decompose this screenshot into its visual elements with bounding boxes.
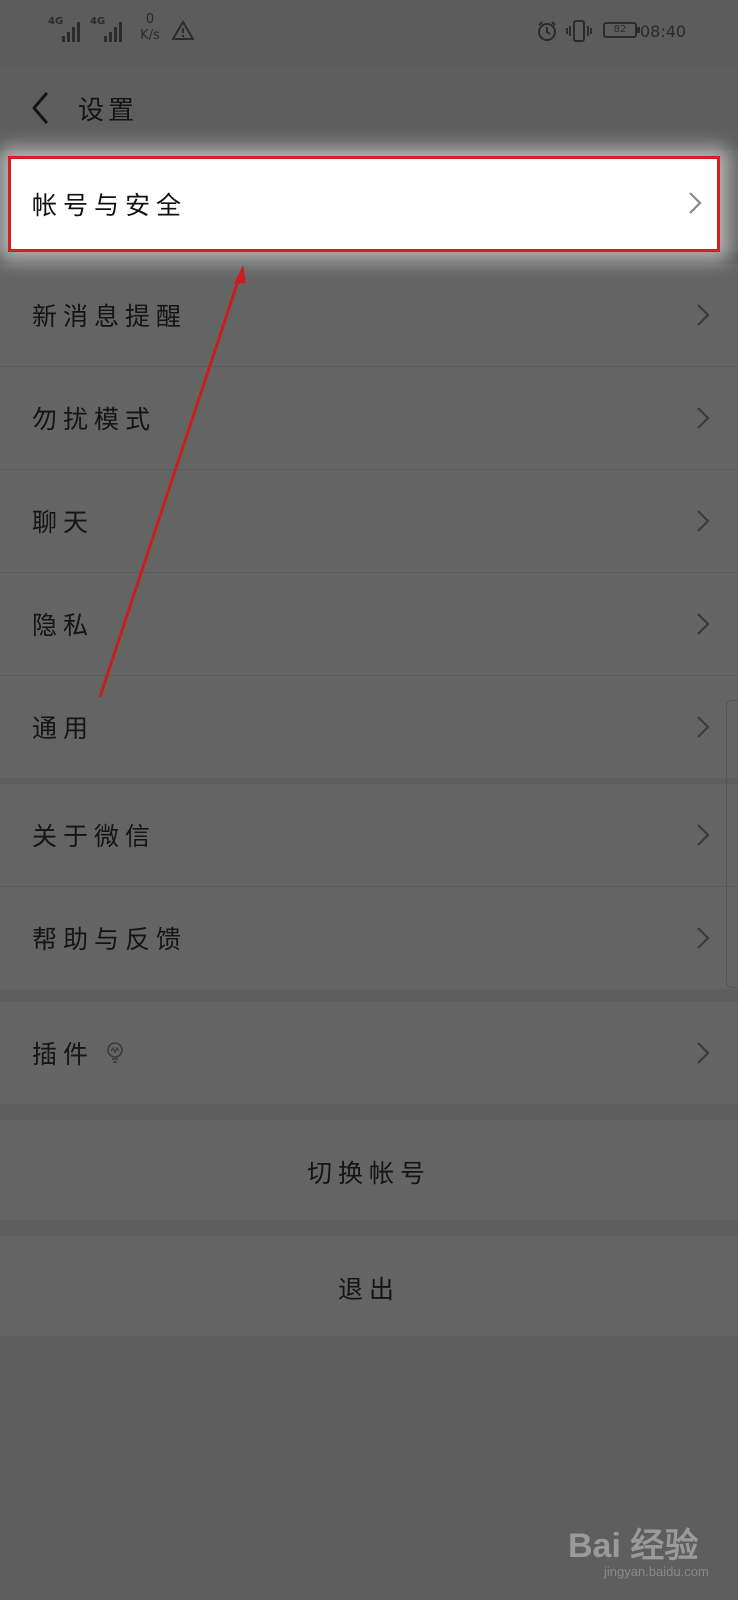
lightbulb-icon — [107, 1042, 123, 1063]
watermark-brand: Bai 经验 — [568, 1527, 699, 1565]
chevron-right-icon — [697, 927, 710, 949]
chevron-right-icon — [697, 716, 710, 738]
switch-account-button[interactable]: 切换帐号 — [0, 1120, 738, 1220]
status-bar: 4G 4G 0 K/s 82 08:40 — [0, 0, 738, 66]
chevron-right-icon — [689, 192, 702, 214]
settings-item-plugins[interactable]: 插件 — [0, 1002, 738, 1104]
settings-item-label: 通用 — [32, 714, 95, 743]
settings-item-label: 关于微信 — [32, 822, 157, 851]
chevron-right-icon — [697, 1042, 710, 1064]
network-speed-unit: K/s — [140, 28, 160, 43]
title-bar: 设置 — [0, 66, 738, 151]
status-time: 08:40 — [640, 22, 687, 41]
settings-item-label: 插件 — [32, 1040, 95, 1069]
scroll-indicator — [726, 700, 738, 988]
signal-strength-icon: 4G — [48, 16, 82, 42]
settings-item-label: 帐号与安全 — [32, 191, 188, 220]
settings-item-label: 新消息提醒 — [32, 302, 188, 331]
settings-item-account-security[interactable]: 帐号与安全 — [8, 156, 720, 252]
network-speed-value: 0 — [145, 12, 155, 27]
baidu-jingyan-watermark: Bai 经验 jingyan.baidu.com — [560, 1518, 730, 1588]
signal-strength-icon: 4G — [90, 16, 124, 42]
settings-group-plugins: 插件 — [0, 1002, 738, 1104]
network-type-label: 4G — [90, 16, 106, 27]
settings-group-about: 关于微信 帮助与反馈 — [0, 784, 738, 989]
settings-item-label: 帮助与反馈 — [32, 925, 188, 954]
settings-item-general[interactable]: 通用 — [0, 676, 738, 778]
vibrate-icon — [566, 20, 592, 42]
settings-item-chat[interactable]: 聊天 — [0, 470, 738, 573]
alarm-clock-icon — [538, 21, 556, 41]
chevron-right-icon — [697, 824, 710, 846]
chevron-right-icon — [697, 407, 710, 429]
network-type-label: 4G — [48, 16, 64, 27]
settings-item-do-not-disturb[interactable]: 勿扰模式 — [0, 367, 738, 470]
settings-item-privacy[interactable]: 隐私 — [0, 573, 738, 676]
back-arrow-icon[interactable] — [26, 88, 56, 128]
settings-item-label: 隐私 — [32, 611, 95, 640]
logout-button[interactable]: 退出 — [0, 1236, 738, 1336]
chevron-right-icon — [697, 613, 710, 635]
settings-item-label: 聊天 — [32, 508, 95, 537]
settings-group-main: 新消息提醒 勿扰模式 聊天 隐私 通用 — [0, 264, 738, 778]
chevron-right-icon — [697, 304, 710, 326]
network-speed: 0 K/s — [136, 12, 164, 44]
warning-icon — [172, 20, 194, 40]
page-title: 设置 — [78, 96, 139, 126]
logout-label: 退出 — [337, 1275, 400, 1304]
switch-account-label: 切换帐号 — [306, 1159, 431, 1188]
settings-item-about-wechat[interactable]: 关于微信 — [0, 784, 738, 887]
battery-level: 82 — [613, 24, 627, 35]
chevron-right-icon — [697, 510, 710, 532]
settings-item-help-feedback[interactable]: 帮助与反馈 — [0, 887, 738, 989]
battery-icon: 82 — [603, 22, 640, 38]
settings-item-label: 勿扰模式 — [32, 405, 157, 434]
settings-item-new-message-alerts[interactable]: 新消息提醒 — [0, 264, 738, 367]
watermark-url: jingyan.baidu.com — [604, 1564, 709, 1579]
